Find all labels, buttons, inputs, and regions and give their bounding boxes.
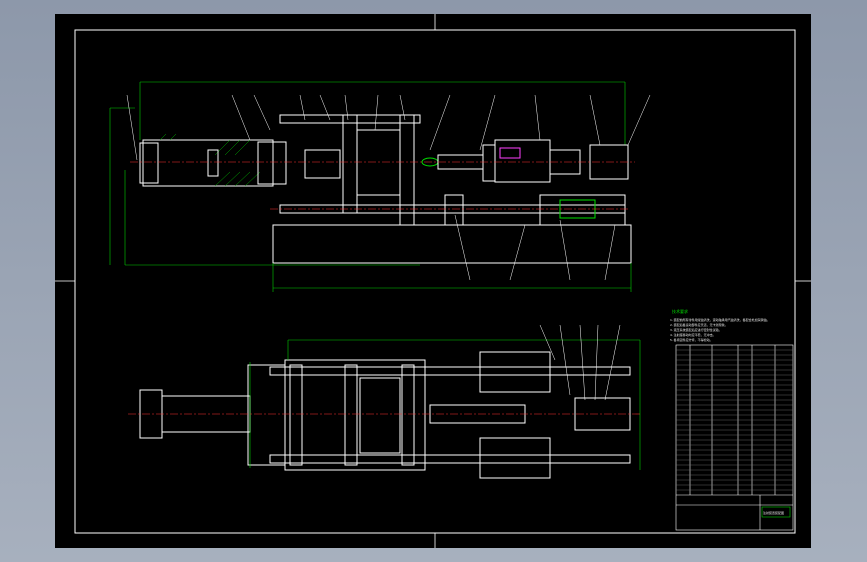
cad-viewport[interactable]: 技术要求 1.装配前所有零件用煤油清洗，滚动轴承用汽油清洗，各配合处加润滑油。 … [0, 0, 867, 562]
tech-requirement-line: 5.各紧固件应拧紧，不得松动。 [670, 337, 713, 342]
tech-requirement-line: 1.装配前所有零件用煤油清洗，滚动轴承用汽油清洗，各配合处加润滑油。 [670, 317, 770, 322]
tech-requirement-line: 4.注射座移动时应平稳，无冲击。 [670, 332, 716, 337]
assembly-drawing: 技术要求 1.装配前所有零件用煤油清洗，滚动轴承用汽油清洗，各配合处加润滑油。 … [55, 14, 811, 548]
sheet-background [55, 14, 811, 548]
tech-requirement-line: 3.液压系统装配后应进行密封性试验。 [670, 327, 722, 332]
title-block-drawing-name: 注射装置装配图 [763, 510, 784, 515]
tech-requirements-title: 技术要求 [672, 308, 688, 314]
tech-requirement-line: 2.装配后各运动部件应灵活，无卡滞现象。 [670, 322, 728, 327]
